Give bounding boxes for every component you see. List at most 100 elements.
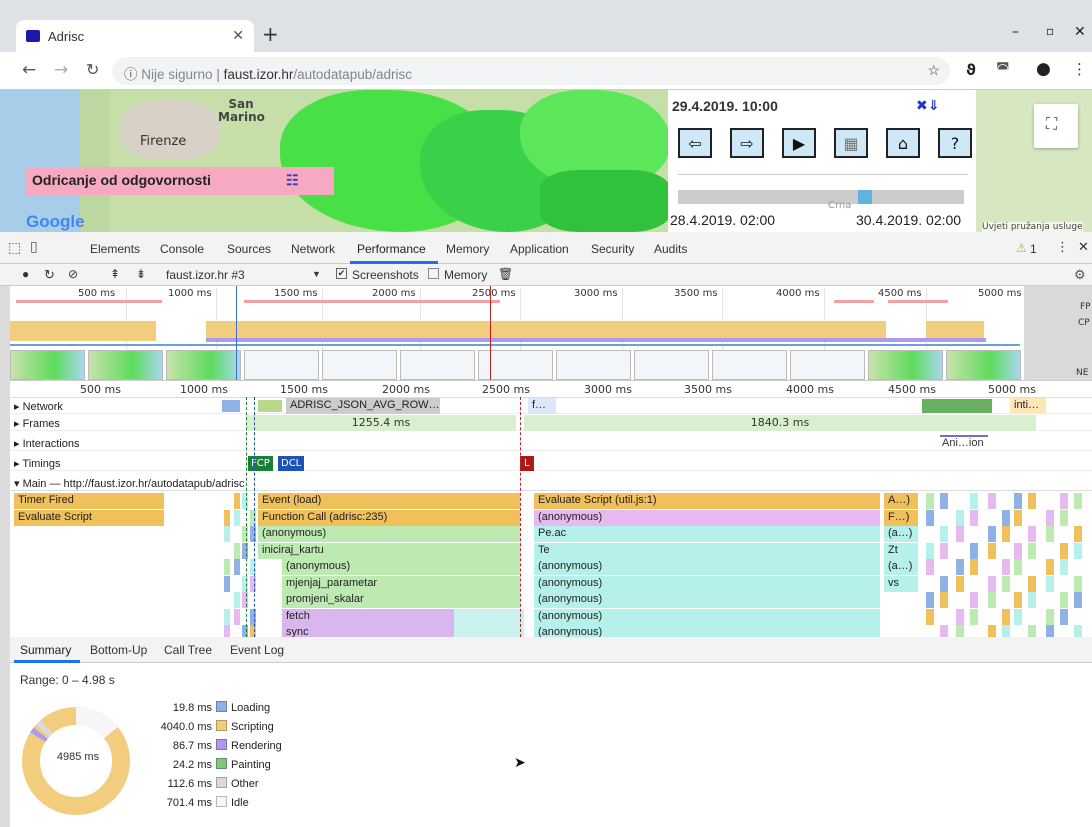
timing-dcl[interactable]: DCL [278, 456, 305, 471]
terms-link[interactable]: Uvjeti pružanja usluge [982, 222, 1083, 232]
flame-event[interactable]: (anonymous) [534, 608, 880, 625]
flame-event[interactable]: (anonymous) [534, 559, 880, 575]
extension-2-icon[interactable]: ◚ [996, 61, 1010, 77]
main-thread-events[interactable]: Timer Fired Evaluate Script Event (load) Fu… [10, 493, 1092, 637]
bookmark-star-icon[interactable]: ☆ [927, 62, 940, 79]
flame-event[interactable]: vs [884, 575, 918, 592]
tab-performance[interactable]: Performance [357, 242, 426, 256]
flame-chart[interactable]: 500 ms 1000 ms 1500 ms 2000 ms 2500 ms 3000 m… [10, 381, 1092, 637]
tab-application[interactable]: Application [510, 242, 569, 256]
track-main-header[interactable]: ▾ Main — http://faust.izor.hr/autodatapu… [10, 475, 1092, 491]
new-tab-button[interactable]: + [262, 22, 279, 46]
time-slider[interactable] [678, 190, 964, 204]
tab-bottom-up[interactable]: Bottom-Up [90, 643, 147, 657]
screenshot-thumbnail[interactable] [88, 350, 163, 380]
minimize-button[interactable]: – [1012, 24, 1019, 40]
tab-summary[interactable]: Summary [20, 643, 71, 657]
flame-event[interactable]: Zt [884, 542, 918, 559]
timeline-overview[interactable]: 500 ms 1000 ms 1500 ms 2000 ms 2500 ms 3000 m… [10, 286, 1092, 382]
flame-event[interactable]: iniciraj_kartu [258, 542, 520, 559]
track-timings[interactable]: ▸ Timings FCP DCL L [10, 455, 1092, 471]
inspect-element-icon[interactable]: ⬚ [8, 240, 21, 256]
help-button[interactable]: ? [938, 128, 972, 158]
screenshot-thumbnail[interactable] [790, 350, 865, 380]
menu-kebab-icon[interactable]: ⋮ [1072, 60, 1087, 78]
timing-fcp[interactable]: FCP [248, 456, 273, 471]
flame-event[interactable]: mjenjaj_parametar [282, 575, 520, 592]
web-page-map[interactable]: San Marino Firenze Odricanje od odgovorn… [0, 90, 1092, 232]
upload-icon[interactable]: ⇞ [110, 267, 120, 281]
tab-elements[interactable]: Elements [90, 242, 140, 256]
screenshot-thumbnail[interactable] [946, 350, 1021, 380]
flame-event[interactable]: (anonymous) [258, 526, 520, 542]
clear-icon[interactable]: ⊘ [68, 267, 78, 281]
screenshot-thumbnail[interactable] [322, 350, 397, 380]
frame-bar-2[interactable]: 1840.3 ms [524, 415, 1036, 431]
tab-audits[interactable]: Audits [654, 242, 687, 256]
interaction-animation[interactable]: Ani…ion [942, 437, 984, 449]
tab-call-tree[interactable]: Call Tree [164, 643, 212, 657]
profile-icon[interactable]: ● [1036, 59, 1051, 79]
close-download-icon[interactable]: ✖⇓ [916, 98, 939, 114]
tab-sources[interactable]: Sources [227, 242, 271, 256]
disclaimer-banner[interactable]: Odricanje od odgovornosti ☷ [26, 167, 334, 195]
screenshot-thumbnail[interactable] [556, 350, 631, 380]
frame-bar-1[interactable]: 1255.4 ms [246, 415, 516, 431]
flame-event[interactable]: (anonymous) [534, 509, 880, 526]
flame-event[interactable]: F…) [884, 509, 918, 526]
flame-event[interactable]: Pe.ac [534, 526, 880, 542]
flame-event[interactable]: Te [534, 542, 880, 559]
browser-tab[interactable]: Adrisc ✕ [16, 20, 254, 52]
network-request-f[interactable]: f… [528, 398, 556, 414]
flame-event[interactable]: Evaluate Script [14, 509, 164, 526]
track-interactions[interactable]: ▸ Interactions Ani…ion [10, 435, 1092, 451]
calendar-button[interactable]: ▦ [834, 128, 868, 158]
fullscreen-button[interactable]: ⛶ [1034, 104, 1078, 148]
close-window-button[interactable]: ✕ [1074, 24, 1086, 40]
collect-garbage-icon[interactable]: 🗑 [498, 267, 513, 281]
screenshot-thumbnail[interactable] [166, 350, 241, 380]
next-button[interactable]: ⇨ [730, 128, 764, 158]
screenshots-checkbox[interactable]: ✔ [336, 268, 347, 279]
screenshot-thumbnail[interactable] [244, 350, 319, 380]
timing-load[interactable]: L [520, 456, 534, 471]
flame-event[interactable]: (a…) [884, 526, 918, 542]
play-button[interactable]: ▶ [782, 128, 816, 158]
screenshot-thumbnail[interactable] [712, 350, 787, 380]
tab-memory[interactable]: Memory [446, 242, 489, 256]
flame-event[interactable]: (anonymous) [534, 575, 880, 592]
maximize-button[interactable]: ▫ [1046, 24, 1054, 38]
close-devtools-icon[interactable]: ✕ [1078, 240, 1089, 255]
flame-event[interactable]: (anonymous) [534, 592, 880, 608]
prev-button[interactable]: ⇦ [678, 128, 712, 158]
track-network[interactable]: ▸ Network ADRISC_JSON_AVG_ROW… f… inti… [10, 398, 1092, 414]
download-icon[interactable]: ⇟ [136, 267, 146, 281]
time-slider-thumb[interactable] [858, 190, 872, 204]
home-button[interactable]: ⌂ [886, 128, 920, 158]
extension-icon[interactable]: ϑ [966, 61, 976, 79]
screenshot-thumbnail[interactable] [634, 350, 709, 380]
omnibox[interactable]: ⓘ Nije sigurno | faust.izor.hr/autodatap… [112, 57, 950, 85]
device-toolbar-icon[interactable]: ▯ [30, 239, 38, 255]
screenshot-thumbnail[interactable] [10, 350, 85, 380]
back-icon[interactable]: ← [22, 60, 36, 80]
screenshot-thumbnail[interactable] [868, 350, 943, 380]
reload-icon[interactable]: ↻ [86, 60, 99, 79]
flame-event[interactable]: (anonymous) [534, 625, 880, 637]
warning-icon[interactable]: ⚠ [1016, 241, 1027, 255]
list-icon[interactable]: ☷ [286, 172, 299, 189]
forward-icon[interactable]: → [54, 60, 68, 80]
tab-security[interactable]: Security [591, 242, 634, 256]
flame-event[interactable]: Event (load) [258, 493, 520, 509]
chevron-down-icon[interactable]: ▼ [312, 269, 321, 279]
flame-event[interactable]: Evaluate Script (util.js:1) [534, 493, 880, 509]
flame-event[interactable]: Timer Fired [14, 493, 164, 509]
tab-network[interactable]: Network [291, 242, 335, 256]
flame-event[interactable]: promjeni_skalar [282, 592, 520, 608]
reload-profile-icon[interactable]: ↻ [44, 267, 55, 283]
settings-gear-icon[interactable]: ⚙ [1074, 267, 1086, 283]
flame-event[interactable]: (a…) [884, 559, 918, 575]
track-frames[interactable]: ▸ Frames 1255.4 ms 1840.3 ms [10, 415, 1092, 431]
flame-event[interactable]: Function Call (adrisc:235) [258, 509, 520, 526]
memory-checkbox[interactable] [428, 268, 439, 279]
